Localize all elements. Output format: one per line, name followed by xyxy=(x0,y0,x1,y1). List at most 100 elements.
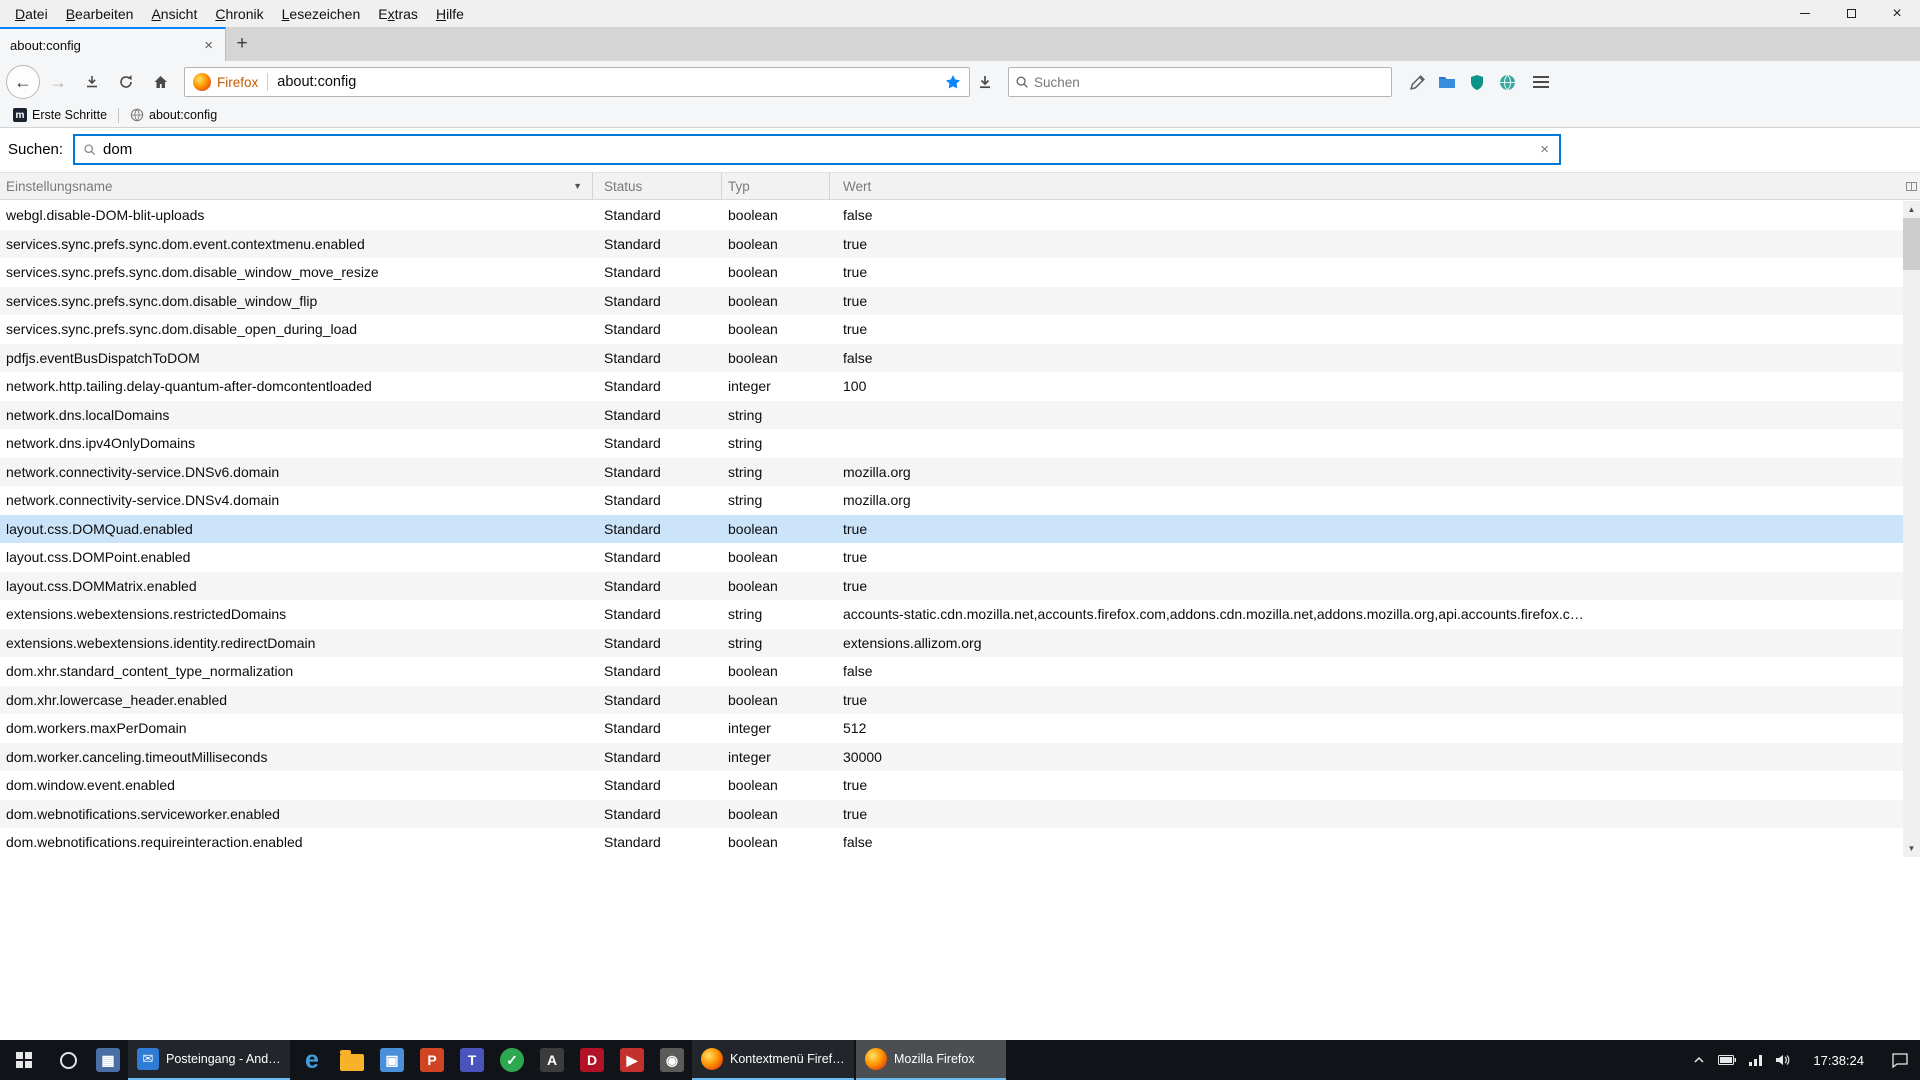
url-bar[interactable]: Firefox about:config xyxy=(184,67,970,97)
taskbar-icon-app-teams[interactable]: T xyxy=(452,1040,492,1080)
pref-row[interactable]: pdfjs.eventBusDispatchToDOMStandardboole… xyxy=(0,344,1903,373)
taskbar-icon-app-datev[interactable]: D xyxy=(572,1040,612,1080)
taskbar-icon-cortana[interactable] xyxy=(48,1040,88,1080)
menu-button[interactable] xyxy=(1526,67,1556,97)
pref-row[interactable]: dom.worker.canceling.timeoutMilliseconds… xyxy=(0,743,1903,772)
tray-expand-button[interactable] xyxy=(1693,1054,1705,1066)
column-header-status[interactable]: Status xyxy=(593,173,722,199)
pref-row[interactable]: dom.xhr.standard_content_type_normalizat… xyxy=(0,657,1903,686)
action-center-button[interactable] xyxy=(1880,1040,1920,1080)
taskbar-task-firefox[interactable]: Mozilla Firefox xyxy=(856,1040,1006,1080)
menu-bearbeiten[interactable]: Bearbeiten xyxy=(57,2,143,26)
downloads-button[interactable] xyxy=(970,67,1000,97)
tab-about-config[interactable]: about:config × xyxy=(0,27,226,61)
pref-row[interactable]: services.sync.prefs.sync.dom.disable_ope… xyxy=(0,315,1903,344)
clear-search-icon[interactable]: × xyxy=(1538,141,1551,158)
folder-extension-button[interactable] xyxy=(1432,67,1462,97)
search-input[interactable] xyxy=(1034,75,1385,90)
reload-icon xyxy=(118,74,134,90)
url-text[interactable]: about:config xyxy=(277,74,945,90)
pref-status: Standard xyxy=(593,293,722,309)
column-header-name[interactable]: Einstellungsname ▼ xyxy=(0,173,593,199)
taskbar-task-mail[interactable]: ✉Posteingang - Andrea... xyxy=(128,1040,290,1080)
about-config-page: Suchen: × Einstellungsname ▼ Status Typ xyxy=(0,128,1920,1040)
start-button[interactable] xyxy=(0,1040,48,1080)
notes-extension-button[interactable] xyxy=(1402,67,1432,97)
pref-row[interactable]: network.dns.ipv4OnlyDomainsStandardstrin… xyxy=(0,429,1903,458)
forward-button[interactable]: → xyxy=(42,66,74,98)
menu-ansicht[interactable]: Ansicht xyxy=(142,2,206,26)
taskbar-task-firefox-context[interactable]: Kontextmenü Firefox -... xyxy=(692,1040,854,1080)
scrollbar-thumb[interactable] xyxy=(1903,218,1920,270)
column-header-type[interactable]: Typ xyxy=(722,173,830,199)
pref-type: boolean xyxy=(722,549,830,565)
pref-value: false xyxy=(830,207,1590,223)
menu-extras[interactable]: Extras xyxy=(369,2,427,26)
pref-row[interactable]: network.dns.localDomainsStandardstring xyxy=(0,401,1903,430)
pref-row[interactable]: dom.xhr.lowercase_header.enabledStandard… xyxy=(0,686,1903,715)
taskbar-icon-antivirus[interactable]: ✓ xyxy=(492,1040,532,1080)
pref-type: boolean xyxy=(722,350,830,366)
back-button[interactable]: ← xyxy=(6,65,40,99)
taskbar-icon-app-media[interactable]: ▶ xyxy=(612,1040,652,1080)
scroll-down-icon[interactable]: ▼ xyxy=(1903,840,1920,857)
back-icon: ← xyxy=(14,72,32,93)
pref-row[interactable]: dom.window.event.enabledStandardbooleant… xyxy=(0,771,1903,800)
close-button[interactable]: × xyxy=(1874,0,1920,27)
pref-row[interactable]: network.connectivity-service.DNSv6.domai… xyxy=(0,458,1903,487)
pref-row[interactable]: extensions.webextensions.identity.redire… xyxy=(0,629,1903,658)
tab-close-icon[interactable]: × xyxy=(200,37,217,54)
search-bar[interactable] xyxy=(1008,67,1392,97)
taskbar-icon-app-orange[interactable]: P xyxy=(412,1040,452,1080)
pref-row[interactable]: dom.webnotifications.requireinteraction.… xyxy=(0,828,1903,857)
column-picker-button[interactable] xyxy=(1903,173,1920,199)
pref-row[interactable]: extensions.webextensions.restrictedDomai… xyxy=(0,600,1903,629)
bookmark-about-config[interactable]: about:config xyxy=(123,103,224,127)
save-page-button[interactable] xyxy=(76,66,108,98)
shield-extension-button[interactable] xyxy=(1462,67,1492,97)
volume-indicator[interactable] xyxy=(1776,1054,1790,1066)
bookmark-erste-schritte[interactable]: m Erste Schritte xyxy=(6,103,114,127)
reload-button[interactable] xyxy=(110,66,142,98)
taskbar-clock[interactable]: 17:38:24 xyxy=(1803,1053,1874,1068)
pref-row[interactable]: services.sync.prefs.sync.dom.disable_win… xyxy=(0,287,1903,316)
bookmark-star-icon[interactable] xyxy=(945,74,961,90)
pref-row[interactable]: network.http.tailing.delay-quantum-after… xyxy=(0,372,1903,401)
home-button[interactable] xyxy=(144,66,176,98)
scroll-up-icon[interactable]: ▲ xyxy=(1903,201,1920,218)
menu-lesezeichen[interactable]: Lesezeichen xyxy=(273,2,370,26)
pref-row[interactable]: services.sync.prefs.sync.dom.event.conte… xyxy=(0,230,1903,259)
taskbar-icon-app-dark[interactable]: A xyxy=(532,1040,572,1080)
new-tab-button[interactable]: + xyxy=(226,27,258,61)
taskbar-icon-app-camera[interactable]: ◉ xyxy=(652,1040,692,1080)
taskbar-icon-edge[interactable]: e xyxy=(292,1040,332,1080)
column-header-value[interactable]: Wert xyxy=(830,173,1903,199)
menu-hilfe[interactable]: Hilfe xyxy=(427,2,473,26)
taskbar-icon-explorer[interactable] xyxy=(332,1040,372,1080)
restore-button[interactable] xyxy=(1828,0,1874,27)
menu-datei[interactable]: Datei xyxy=(6,2,57,26)
vertical-scrollbar[interactable]: ▲ ▼ xyxy=(1903,201,1920,857)
pref-row[interactable]: services.sync.prefs.sync.dom.disable_win… xyxy=(0,258,1903,287)
pref-name: webgl.disable-DOM-blit-uploads xyxy=(0,207,593,223)
pref-row[interactable]: layout.css.DOMQuad.enabledStandardboolea… xyxy=(0,515,1903,544)
minimize-button[interactable] xyxy=(1782,0,1828,27)
pref-row[interactable]: dom.webnotifications.serviceworker.enabl… xyxy=(0,800,1903,829)
config-search-box[interactable]: × xyxy=(73,134,1561,165)
pref-row[interactable]: dom.workers.maxPerDomainStandardinteger5… xyxy=(0,714,1903,743)
pref-row[interactable]: layout.css.DOMMatrix.enabledStandardbool… xyxy=(0,572,1903,601)
pref-row[interactable]: network.connectivity-service.DNSv4.domai… xyxy=(0,486,1903,515)
globe-extension-button[interactable] xyxy=(1492,67,1522,97)
pref-row[interactable]: layout.css.DOMPoint.enabledStandardboole… xyxy=(0,543,1903,572)
chevron-up-icon xyxy=(1693,1054,1705,1066)
taskbar-icon-app-photos[interactable]: ▦ xyxy=(88,1040,128,1080)
menu-chronik[interactable]: Chronik xyxy=(206,2,272,26)
mail-icon: ✉ xyxy=(137,1048,159,1070)
pref-row[interactable]: webgl.disable-DOM-blit-uploadsStandardbo… xyxy=(0,201,1903,230)
tab-bar: about:config × + xyxy=(0,27,1920,61)
battery-indicator[interactable] xyxy=(1718,1055,1736,1065)
taskbar-icon-app-blue[interactable]: ▣ xyxy=(372,1040,412,1080)
column-label: Status xyxy=(604,179,642,194)
config-search-input[interactable] xyxy=(103,141,1538,158)
network-indicator[interactable] xyxy=(1749,1054,1763,1066)
